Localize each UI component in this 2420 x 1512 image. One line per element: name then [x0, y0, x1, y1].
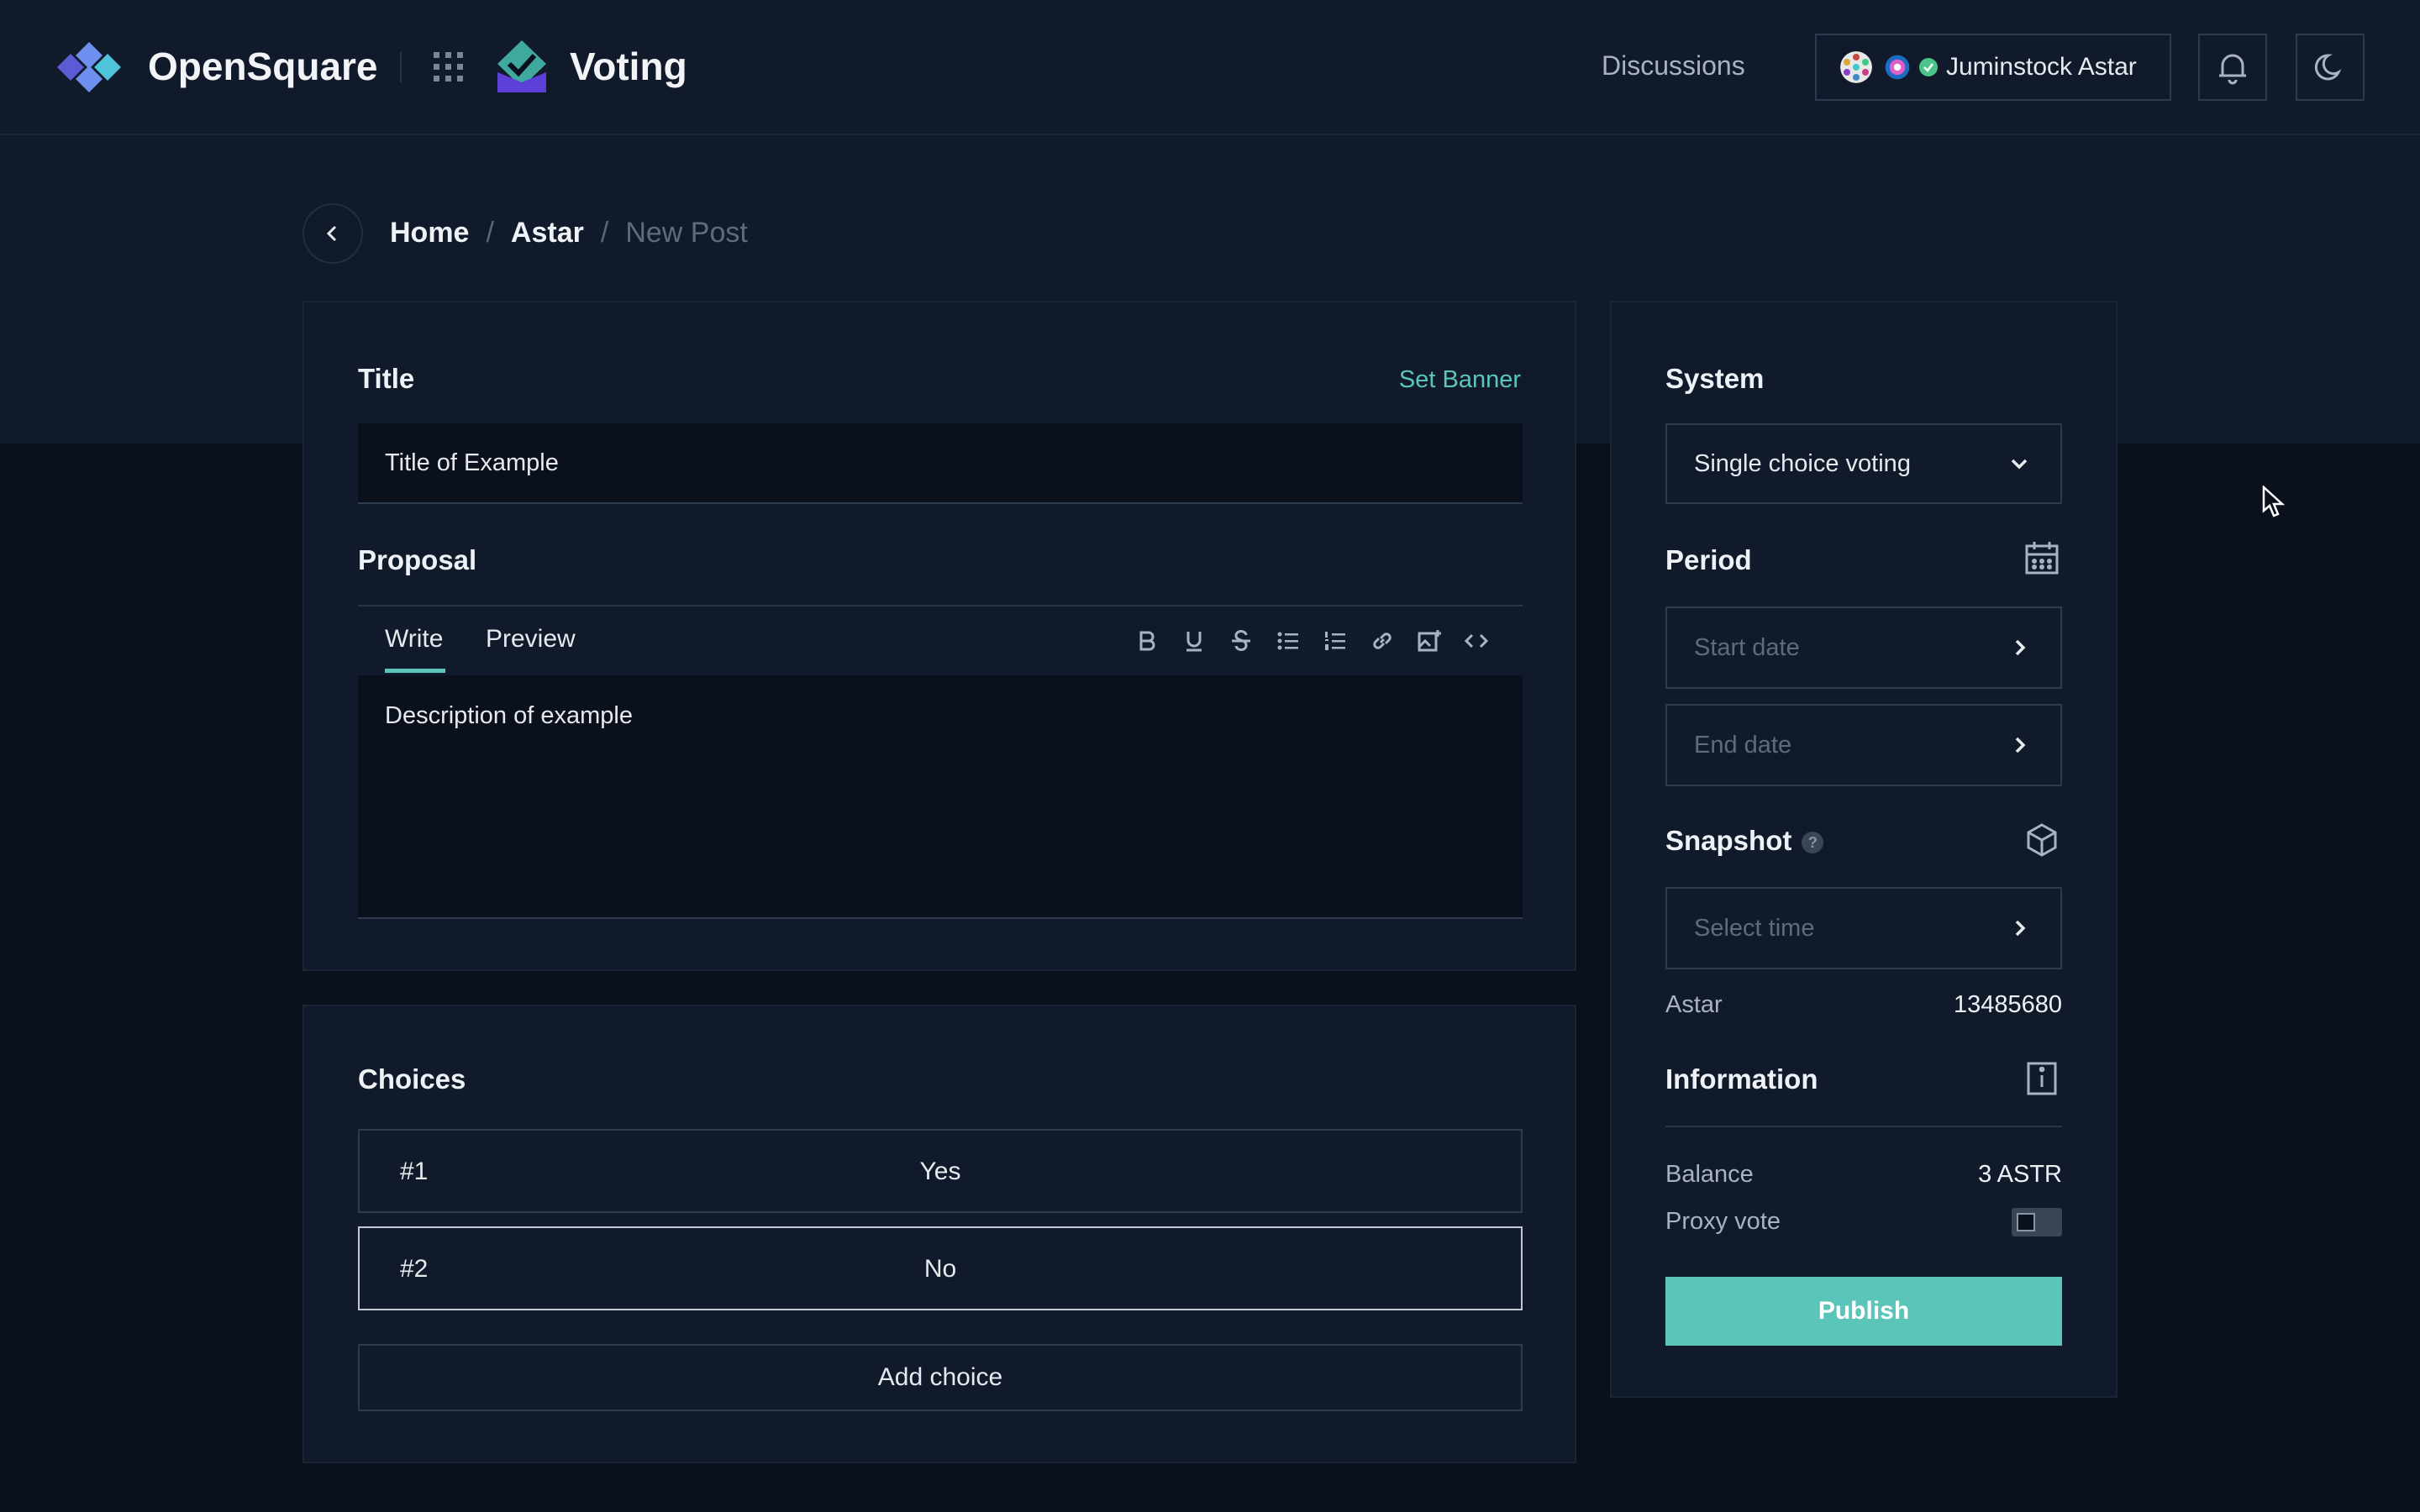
account-button[interactable]: Juminstock Astar [1815, 34, 2171, 101]
nav-discussions[interactable]: Discussions [1602, 50, 1745, 81]
chevron-right-icon [2015, 639, 2026, 656]
breadcrumb-separator: / [486, 217, 494, 249]
polkadot-avatar-icon [1840, 51, 1872, 83]
balance-label: Balance [1665, 1161, 1754, 1188]
calendar-icon [2025, 542, 2059, 575]
editor-panel: Title Set Banner Title of Example Propos… [302, 301, 1576, 971]
system-label: System [1665, 363, 1765, 394]
choice-input[interactable]: No [360, 1255, 1521, 1284]
tab-write[interactable]: Write [385, 625, 443, 654]
strikethrough-icon[interactable] [1227, 627, 1255, 655]
top-header: OpenSquare Voting Discussions Juminstock… [0, 0, 2420, 135]
publish-button[interactable]: Publish [1665, 1277, 2062, 1346]
help-icon[interactable]: ? [1802, 832, 1824, 854]
chevron-left-icon [326, 225, 337, 242]
end-date-picker[interactable]: End date [1665, 704, 2062, 786]
app-name: Voting [570, 45, 687, 88]
information-divider [1665, 1126, 2062, 1127]
bullet-list-icon[interactable] [1274, 627, 1302, 655]
breadcrumb-separator: / [600, 217, 609, 249]
voting-logo-icon [494, 39, 550, 94]
start-date-placeholder: Start date [1694, 633, 1800, 661]
verified-check-icon [1919, 58, 1938, 76]
proxy-vote-label: Proxy vote [1665, 1208, 1781, 1235]
chevron-down-icon [2011, 459, 2028, 470]
astar-network-icon [1885, 55, 1910, 80]
moon-icon [2314, 54, 2342, 81]
title-input[interactable]: Title of Example [358, 423, 1523, 504]
bell-icon [2219, 54, 2246, 85]
snapshot-label-text: Snapshot [1665, 825, 1792, 856]
theme-toggle-button[interactable] [2296, 34, 2365, 101]
numbered-list-icon[interactable] [1321, 627, 1349, 655]
choice-row-1[interactable]: #1 Yes [358, 1129, 1523, 1213]
bold-icon[interactable] [1133, 627, 1161, 655]
information-label: Information [1665, 1063, 1818, 1095]
opensquare-logo-icon[interactable] [57, 42, 129, 92]
link-icon[interactable] [1368, 627, 1397, 655]
settings-sidebar: System Single choice voting Period Start… [1610, 301, 2118, 1398]
chevron-right-icon [2015, 737, 2026, 753]
snapshot-label: Snapshot? [1665, 825, 1824, 857]
breadcrumb-home[interactable]: Home [390, 217, 469, 249]
brand-name[interactable]: OpenSquare [148, 44, 378, 89]
choices-panel: Choices #1 Yes #2 No Add choice [302, 1005, 1576, 1463]
voting-system-select[interactable]: Single choice voting [1665, 423, 2062, 504]
choice-row-2[interactable]: #2 No [358, 1226, 1523, 1310]
toggle-knob [2017, 1213, 2035, 1231]
breadcrumb-current: New Post [625, 217, 748, 249]
snapshot-block-height: 13485680 [1953, 991, 2062, 1018]
cube-icon [2027, 823, 2057, 857]
start-date-picker[interactable]: Start date [1665, 606, 2062, 689]
choices-label: Choices [358, 1063, 466, 1095]
select-time-placeholder: Select time [1694, 914, 1815, 942]
add-choice-button[interactable]: Add choice [358, 1344, 1523, 1411]
set-banner-link[interactable]: Set Banner [1399, 366, 1521, 394]
breadcrumb-space[interactable]: Astar [511, 217, 584, 249]
back-button[interactable] [302, 203, 363, 264]
underline-icon[interactable] [1180, 627, 1208, 655]
breadcrumb: Home / Astar / New Post [390, 217, 748, 249]
tab-preview[interactable]: Preview [486, 625, 576, 654]
end-date-placeholder: End date [1694, 731, 1792, 759]
account-name: Juminstock Astar [1946, 53, 2137, 81]
header-divider [400, 52, 402, 82]
tab-write-underline [385, 669, 445, 673]
title-label: Title [358, 363, 415, 394]
period-label: Period [1665, 544, 1752, 575]
mouse-cursor-icon [2262, 486, 2286, 517]
code-icon[interactable] [1462, 627, 1491, 655]
choice-input[interactable]: Yes [360, 1158, 1521, 1186]
proxy-vote-toggle[interactable] [2012, 1208, 2062, 1236]
snapshot-network: Astar [1665, 991, 1723, 1018]
snapshot-time-picker[interactable]: Select time [1665, 887, 2062, 969]
voting-system-value: Single choice voting [1694, 449, 1911, 477]
notifications-button[interactable] [2198, 34, 2267, 101]
image-icon[interactable] [1415, 627, 1444, 655]
chevron-right-icon [2015, 920, 2026, 937]
proposal-divider [358, 605, 1523, 606]
balance-value: 3 ASTR [1978, 1161, 2062, 1188]
apps-grid-icon[interactable] [432, 50, 466, 84]
description-textarea[interactable]: Description of example [358, 675, 1523, 919]
info-icon [2027, 1062, 2057, 1095]
proposal-label: Proposal [358, 544, 477, 575]
